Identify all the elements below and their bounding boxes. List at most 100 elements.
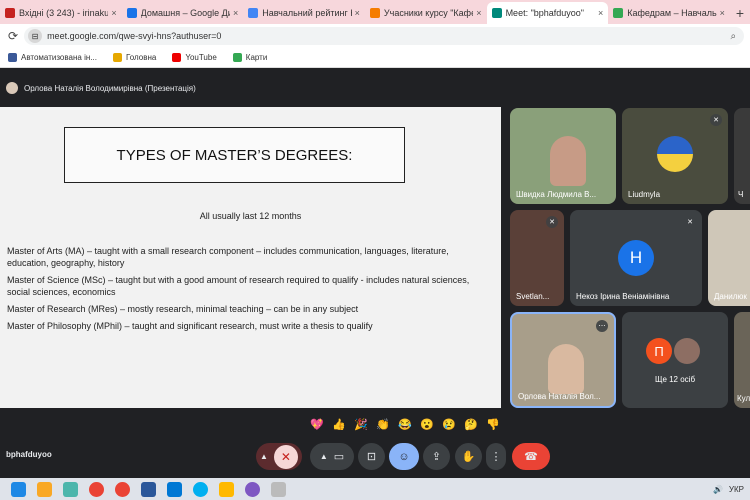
slide-item: Master of Arts (MA) – taught with a smal… — [7, 246, 449, 268]
reaction-sparkling-heart[interactable]: 💖 — [308, 418, 326, 431]
close-tab-icon[interactable]: × — [476, 8, 481, 18]
more-options-icon[interactable]: ⋯ — [596, 320, 608, 332]
raise-hand-button[interactable]: ✋ — [455, 443, 482, 470]
present-button[interactable]: ⇪ — [423, 443, 450, 470]
bookmark-item[interactable]: YouTube — [172, 53, 217, 62]
viber-icon[interactable] — [245, 481, 260, 497]
participant-tile[interactable]: Швидка Людмила В... — [510, 108, 616, 204]
tab-title: Учасники курсу "Кафедр — [383, 8, 473, 18]
others-tile[interactable]: П Ще 12 осіб — [622, 312, 728, 408]
emoji-icon: ☺ — [398, 450, 410, 463]
reaction-laugh[interactable]: 😂 — [396, 418, 414, 431]
bookmark-item[interactable]: Автоматизована ін... — [8, 53, 97, 62]
app-icon[interactable] — [167, 481, 182, 497]
hand-icon: ✋ — [461, 451, 476, 463]
present-icon: ⇪ — [431, 451, 442, 463]
language-indicator[interactable]: УКР — [729, 485, 744, 494]
app-icon[interactable] — [219, 481, 234, 497]
url-text[interactable]: meet.google.com/qwe-svyi-hns?authuser=0 — [47, 31, 221, 41]
participant-name: Орлова Наталія Вол... — [518, 392, 601, 401]
browser-tab[interactable]: Вхідні (3 243) - irinakulish× — [0, 2, 122, 24]
site-info-icon[interactable]: ⊟ — [28, 29, 43, 43]
participant-avatar — [657, 136, 693, 172]
windows-taskbar: 🔊 УКР — [0, 478, 750, 500]
participant-avatar — [674, 338, 700, 364]
more-options-button[interactable]: ⋮ — [486, 443, 506, 470]
tab-title: Вхідні (3 243) - irinakulish — [19, 8, 109, 18]
bookmark-item[interactable]: Головна — [112, 53, 157, 62]
bookmark-label: Головна — [125, 53, 157, 62]
chrome-icon[interactable] — [115, 481, 130, 497]
omnibox[interactable]: ⊟ meet.google.com/qwe-svyi-hns?authuser=… — [24, 27, 745, 45]
close-tab-icon[interactable]: × — [720, 8, 725, 18]
participant-tile[interactable]: Данилюк — [708, 210, 750, 306]
participant-tile[interactable]: ✕ Svetlan... — [510, 210, 564, 306]
chevron-up-icon[interactable]: ▲ — [320, 452, 328, 461]
captions-button[interactable]: ⊡ — [358, 443, 385, 470]
tab-strip: Вхідні (3 243) - irinakulish×Домашня – G… — [0, 0, 750, 24]
reaction-sad[interactable]: 😢 — [440, 418, 458, 431]
reaction-party[interactable]: 🎉 — [352, 418, 370, 431]
presenter-label: Орлова Наталія Володимирівна (Презентаці… — [24, 83, 196, 93]
reaction-thinking[interactable]: 🤔 — [462, 418, 480, 431]
volume-icon[interactable]: 🔊 — [713, 485, 723, 494]
browser-tab[interactable]: Домашня – Google Диск× — [122, 2, 244, 24]
participant-tile[interactable]: Кул — [734, 312, 750, 408]
zoom-icon[interactable]: ⌕ — [730, 31, 736, 42]
bookmark-label: YouTube — [185, 53, 217, 62]
reactions-button[interactable]: ☺ — [389, 443, 419, 470]
browser-tab[interactable]: Meet: "bphafduyoo" × — [486, 2, 609, 24]
participant-name: Некоз Ірина Веніамінівна — [576, 292, 670, 301]
reload-icon[interactable]: ⟳ — [8, 29, 18, 43]
close-tab-icon[interactable]: × — [111, 8, 116, 18]
browser-tab[interactable]: Учасники курсу "Кафедр× — [365, 2, 487, 24]
browser-tab[interactable]: Навчальний рейтинг Кул × — [243, 2, 365, 24]
bookmark-icon — [232, 53, 242, 62]
participant-tile[interactable]: ⋯ Орлова Наталія Вол... — [510, 312, 616, 408]
word-icon[interactable] — [141, 481, 156, 497]
participant-avatar: Н — [618, 240, 654, 276]
skype-icon[interactable] — [193, 481, 208, 497]
app-icon[interactable] — [63, 481, 78, 497]
participant-name: Liudmyla — [628, 190, 661, 199]
mic-off-button[interactable]: ✕ — [273, 444, 298, 469]
reaction-surprised[interactable]: 😮 — [418, 418, 436, 431]
bookmark-icon — [8, 53, 17, 62]
presentation-slide: TYPES OF MASTER’S DEGREES: All usually l… — [0, 107, 501, 408]
camera-control: ▲ ▭ — [310, 443, 354, 470]
participant-tile[interactable]: ✕ Н Некоз Ірина Веніамінівна — [570, 210, 702, 306]
app-icon[interactable] — [271, 481, 286, 497]
bookmark-label: Автоматизована ін... — [21, 53, 97, 62]
tab-title: Meet: "bphafduyoo" — [505, 8, 585, 18]
slide-item: Master of Research (MRes) – mostly resea… — [7, 304, 359, 314]
mic-off-icon: ✕ — [710, 114, 722, 126]
browser-tab[interactable]: Кафедрам – Навчально-н× — [608, 2, 730, 24]
file-explorer-icon[interactable] — [37, 481, 52, 497]
reaction-thumbs-up[interactable]: 👍 — [330, 418, 348, 431]
bookmark-item[interactable]: Карти — [232, 53, 267, 62]
participant-name: Ще 12 осіб — [654, 375, 696, 384]
participant-video — [550, 136, 586, 186]
slide-subtitle: All usually last 12 months — [199, 211, 302, 221]
close-tab-icon[interactable]: × — [233, 8, 238, 18]
chrome-icon[interactable] — [89, 481, 104, 497]
captions-icon: ⊡ — [366, 451, 377, 463]
participant-name: Svetlan... — [516, 292, 550, 301]
participant-name: Швидка Людмила В... — [516, 190, 597, 199]
close-tab-icon[interactable]: × — [598, 8, 603, 18]
mic-off-icon: ✕ — [684, 216, 696, 228]
leave-call-button[interactable]: ☎ — [512, 443, 550, 470]
participant-tile[interactable]: Ч — [734, 108, 750, 204]
windows-start-icon[interactable] — [11, 481, 26, 497]
participant-avatar: П — [646, 338, 672, 364]
slide-item: Master of Philosophy (MPhil) – taught an… — [7, 321, 373, 331]
close-tab-icon[interactable]: × — [355, 8, 360, 18]
mic-off-icon: ✕ — [546, 216, 558, 228]
reaction-clap[interactable]: 👏 — [374, 418, 392, 431]
tab-favicon-icon — [5, 8, 15, 18]
chevron-up-icon[interactable]: ▲ — [260, 452, 268, 461]
camera-icon[interactable]: ▭ — [334, 450, 344, 463]
new-tab-button[interactable]: + — [730, 2, 750, 24]
participant-tile[interactable]: ✕ Liudmyla — [622, 108, 728, 204]
reaction-thumbs-down[interactable]: 👎 — [484, 418, 502, 431]
